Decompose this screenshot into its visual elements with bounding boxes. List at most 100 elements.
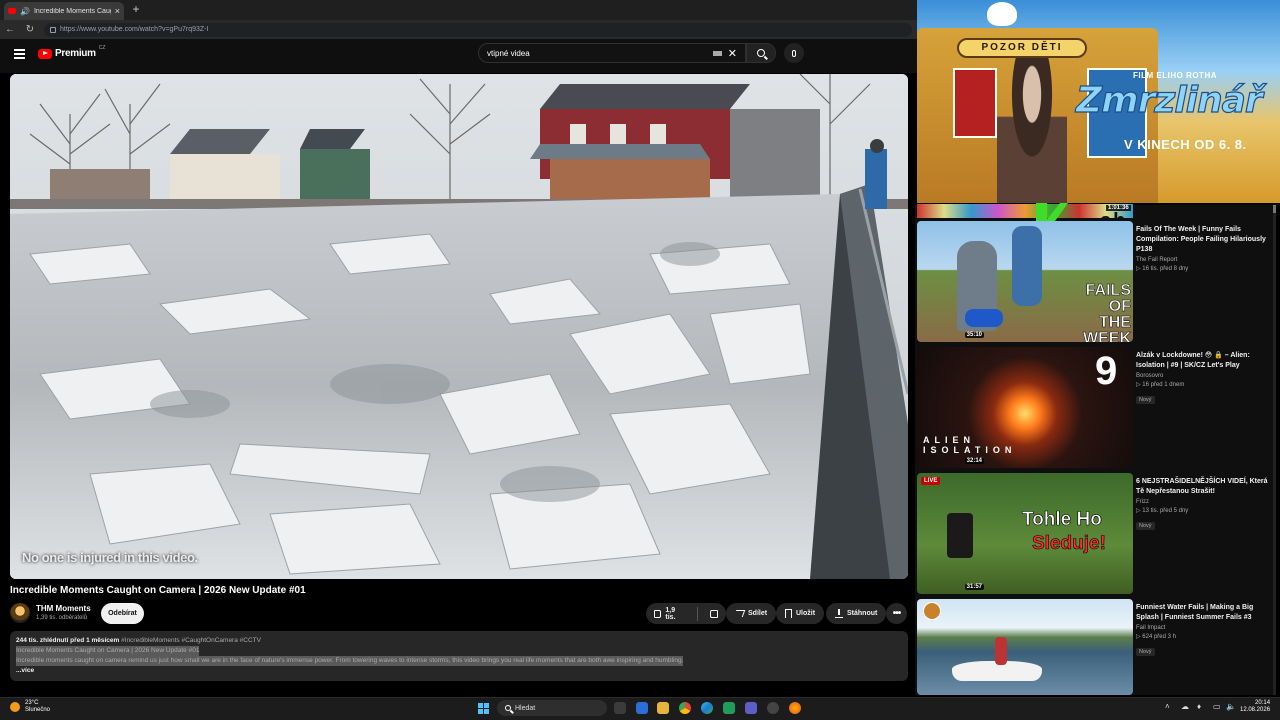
temperature: 23°C [25, 700, 39, 706]
settings-gear-icon[interactable] [767, 702, 779, 714]
ad-film-label: FILM ELIHO ROTHA [1133, 71, 1217, 80]
girl-figure [997, 58, 1067, 203]
logo-text: Premium [55, 48, 96, 59]
speaker-icon[interactable]: 🔊 [20, 7, 30, 16]
sun-icon[interactable] [10, 702, 20, 712]
volume-icon[interactable]: 🔈 [1226, 702, 1236, 711]
youtube-favicon-icon [8, 8, 16, 14]
bookmark-icon [785, 609, 792, 618]
video-title: Incredible Moments Caught on Camera | 20… [10, 585, 306, 596]
like-dislike-pill: 1,9 tis. [646, 603, 726, 624]
mail-icon[interactable] [636, 702, 648, 714]
chrome-icon[interactable] [679, 702, 691, 714]
hashtags[interactable]: #IncredibleMoments #CaughtOnCamera #CCTV [121, 637, 261, 644]
recommendation-item[interactable]: FAILS OF THE WEEK 35:10 Fails Of The Wee… [917, 221, 1280, 342]
video-thumbnail[interactable]: FAILS OF THE WEEK 35:10 [917, 221, 1133, 342]
video-thumbnail[interactable] [917, 599, 1133, 695]
like-button[interactable]: 1,9 tis. [646, 603, 693, 624]
clear-search-icon[interactable]: ✕ [728, 47, 737, 60]
recommendation-channel[interactable]: Frizz [1136, 499, 1271, 505]
search-icon [505, 705, 511, 711]
close-tab-icon[interactable]: × [115, 6, 120, 16]
hamburger-menu-icon[interactable] [14, 49, 25, 59]
ice-cream-mascot-icon [987, 2, 1017, 26]
recommendation-meta: ▷ 16 tis. před 8 dny [1136, 266, 1189, 272]
dislike-button[interactable] [702, 603, 726, 624]
reload-icon[interactable]: ↻ [24, 24, 36, 35]
new-tab-icon[interactable]: + [129, 2, 143, 16]
video-thumbnail[interactable]: 9 ALIEN ISOLATION 32:14 [917, 347, 1133, 468]
views-date: 244 tis. zhlédnutí před 1 měsícem [16, 637, 120, 644]
save-button[interactable]: Uložit [776, 603, 825, 624]
file-explorer-icon[interactable] [657, 702, 669, 714]
subscribe-button[interactable]: Odebírat [101, 603, 144, 624]
like-count: 1,9 tis. [665, 606, 676, 621]
description-box[interactable]: 244 tis. zhlédnutí před 1 měsícem #Incre… [10, 631, 908, 681]
recommendation-channel[interactable]: Borosovro [1136, 373, 1271, 379]
recommendation-title[interactable]: 6 NEJSTRAŠIDELNĚJŠÍCH VIDEÍ, Která Tě Ne… [1136, 477, 1271, 497]
sidebar-scroll-thumb[interactable] [1273, 205, 1276, 213]
thumbnail-text-line-2: Sleduje! [1032, 533, 1107, 555]
browser-tab[interactable]: 🔊 Incredible Moments Caught on Camera × [4, 2, 124, 20]
search-icon [757, 49, 765, 57]
search-button[interactable] [746, 43, 776, 63]
download-button[interactable]: Stáhnout [826, 603, 887, 624]
chevron-up-icon[interactable]: ˄ [1165, 702, 1170, 711]
channel-avatar[interactable] [10, 603, 30, 623]
channel-subscribers: 1,39 tis. odběratelů [36, 615, 88, 621]
youtube-play-icon [38, 48, 52, 59]
more-actions-button[interactable]: ••• [886, 603, 907, 624]
voice-search-button[interactable] [784, 43, 804, 63]
firefox-icon[interactable] [789, 702, 801, 714]
sidebar-scrollbar[interactable] [1273, 205, 1276, 695]
thumbnail-text: FAILS OF THE WEEK [1083, 282, 1132, 342]
recommendation-item[interactable]: Funniest Water Fails | Making a Big Spla… [917, 599, 1280, 695]
new-badge: Nový [1136, 522, 1155, 530]
shield-icon[interactable]: ♦ [1197, 702, 1201, 711]
thumbs-up-icon [654, 609, 662, 618]
thumbnail-text-line-1: Tohle Ho [1022, 509, 1102, 531]
network-icon[interactable]: ▭ [1213, 702, 1221, 711]
recommendation-title[interactable]: Alzák v Lockdowne! 😳 🔒 – Alien: Isolatio… [1136, 351, 1271, 371]
channel-name[interactable]: THM Moments [36, 604, 91, 613]
recommendation-title[interactable]: Fails Of The Week | Funny Fails Compilat… [1136, 225, 1271, 255]
description-line-1: Incredible Moments Caught on Camera | 20… [16, 646, 200, 656]
teams-icon[interactable] [745, 702, 757, 714]
keyboard-icon[interactable] [712, 50, 722, 56]
address-bar-row: ← ↻ https://www.youtube.com/watch?v=gPu7… [0, 20, 917, 39]
edge-icon[interactable] [701, 702, 713, 714]
download-icon [835, 609, 843, 618]
clock-date: 12.08.2026 [1240, 707, 1271, 713]
recommendation-channel[interactable]: The Fail Report [1136, 257, 1271, 263]
video-duration: 32:14 [964, 458, 984, 464]
youtube-header: Premium CZ vtipné videa ✕ [0, 39, 917, 73]
save-label: Uložit [796, 610, 816, 617]
cloud-icon[interactable]: ☁ [1181, 702, 1189, 711]
recommendation-title[interactable]: Funniest Water Fails | Making a Big Spla… [1136, 603, 1271, 623]
task-view-icon[interactable] [614, 702, 626, 714]
video-thumbnail[interactable]: LIVE Tohle Ho Sleduje! 31:57 [917, 473, 1133, 594]
url-text: https://www.youtube.com/watch?v=gPu7rq93… [60, 26, 209, 33]
new-badge: Nový [1136, 648, 1155, 656]
clock[interactable]: 20:14 12.08.2026 [1240, 700, 1270, 714]
recommendation-channel[interactable]: Fail Impact [1136, 625, 1271, 631]
new-badge: Nový [1136, 396, 1155, 404]
windows-start-icon[interactable] [478, 703, 489, 714]
video-duration: 31:57 [964, 584, 984, 590]
share-button[interactable]: Sdílet [726, 603, 777, 624]
video-player[interactable] [10, 74, 908, 579]
share-label: Sdílet [748, 610, 768, 617]
weather-widget[interactable]: 23°C Slunečno [25, 700, 50, 714]
weather-condition: Slunečno [25, 707, 51, 713]
search-input[interactable]: vtipné videa ✕ [478, 43, 746, 63]
recommendation-item[interactable]: 9 ALIEN ISOLATION 32:14 Alzák v Lockdown… [917, 347, 1280, 468]
divider [697, 606, 698, 621]
youtube-premium-logo[interactable]: Premium CZ [38, 45, 105, 59]
url-field[interactable]: https://www.youtube.com/watch?v=gPu7rq93… [44, 22, 912, 37]
back-arrow-icon[interactable]: ← [4, 24, 16, 35]
taskbar-search[interactable]: Hledat [497, 700, 607, 716]
recommendation-meta: ▷ 13 tis. před 5 dny [1136, 508, 1189, 514]
excel-icon[interactable] [723, 702, 735, 714]
recommendation-item[interactable]: LIVE Tohle Ho Sleduje! 31:57 6 NEJSTRAŠI… [917, 473, 1280, 594]
show-more-link[interactable]: ...více [16, 666, 902, 676]
